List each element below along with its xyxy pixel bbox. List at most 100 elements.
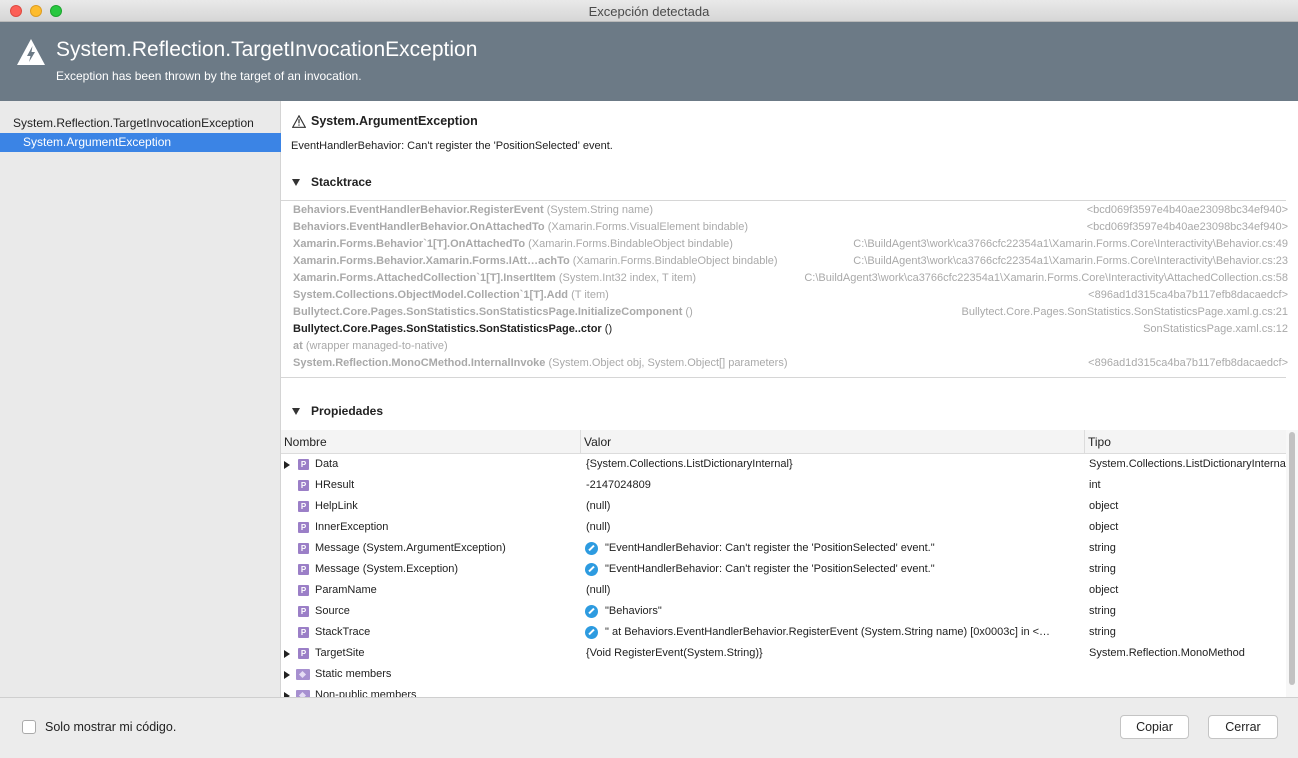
edit-pencil-icon[interactable] xyxy=(585,563,598,576)
just-my-code-checkbox[interactable] xyxy=(22,720,36,734)
stack-frame-args: (T item) xyxy=(568,289,609,301)
property-name: Data xyxy=(315,458,339,470)
stack-frame-method: System.Reflection.MonoCMethod.InternalIn… xyxy=(293,357,546,369)
property-row-stacktrace[interactable]: P StackTrace " at Behaviors.EventHandler… xyxy=(281,623,1286,644)
property-type: object xyxy=(1089,500,1119,512)
stack-frame[interactable]: System.Reflection.MonoCMethod.InternalIn… xyxy=(293,357,1288,374)
sidebar-item-target-invocation-exception[interactable]: System.Reflection.TargetInvocationExcept… xyxy=(0,114,281,133)
stack-frame[interactable]: Bullytect.Core.Pages.SonStatistics.SonSt… xyxy=(293,306,1288,323)
header-title: System.Reflection.TargetInvocationExcept… xyxy=(56,38,478,61)
dialog-footer: Solo mostrar mi código. Copiar Cerrar xyxy=(0,697,1298,758)
property-row-helplink[interactable]: P HelpLink (null) object xyxy=(281,497,1286,518)
property-value: (null) xyxy=(586,521,611,533)
stack-frame[interactable]: Behaviors.EventHandlerBehavior.OnAttache… xyxy=(293,221,1288,238)
stack-frame-method: at xyxy=(293,340,303,352)
column-header-value[interactable]: Valor xyxy=(581,430,1085,454)
stack-frame-args: (System.String name) xyxy=(543,204,654,216)
property-name: StackTrace xyxy=(315,626,371,638)
stack-frame[interactable]: Xamarin.Forms.Behavior.Xamarin.Forms.IAt… xyxy=(293,255,1288,272)
property-value: "EventHandlerBehavior: Can't register th… xyxy=(605,542,935,554)
property-value: "EventHandlerBehavior: Can't register th… xyxy=(605,563,935,575)
property-value: " at Behaviors.EventHandlerBehavior.Regi… xyxy=(605,626,1051,638)
exception-detail-pane: System.ArgumentException EventHandlerBeh… xyxy=(281,101,1298,697)
stack-frame-method: Bullytect.Core.Pages.SonStatistics.SonSt… xyxy=(293,306,683,318)
column-header-name[interactable]: Nombre xyxy=(281,430,581,454)
property-value: (null) xyxy=(586,500,611,512)
scrollbar-thumb[interactable] xyxy=(1289,432,1295,685)
property-type: System.Collections.ListDictionaryInterna… xyxy=(1089,458,1286,470)
properties-table[interactable]: Nombre Valor Tipo P Data {System.Collect… xyxy=(281,430,1286,697)
stack-frame[interactable]: Behaviors.EventHandlerBehavior.RegisterE… xyxy=(293,204,1288,221)
property-type: string xyxy=(1089,542,1116,554)
property-name: Non-public members xyxy=(315,689,417,697)
property-type: int xyxy=(1089,479,1101,491)
property-icon: P xyxy=(298,564,309,575)
copy-button[interactable]: Copiar xyxy=(1120,715,1189,739)
property-row-targetsite[interactable]: P TargetSite {Void RegisterEvent(System.… xyxy=(281,644,1286,665)
stacktrace-list[interactable]: Behaviors.EventHandlerBehavior.RegisterE… xyxy=(281,200,1288,378)
edit-pencil-icon[interactable] xyxy=(585,542,598,555)
property-row-data[interactable]: P Data {System.Collections.ListDictionar… xyxy=(281,455,1286,476)
disclosure-triangle-icon xyxy=(292,179,300,186)
property-row-static-members[interactable]: Static members xyxy=(281,665,1286,686)
warning-icon xyxy=(292,115,306,128)
stack-frame-location: Bullytect.Core.Pages.SonStatistics.SonSt… xyxy=(961,306,1289,318)
property-name: ParamName xyxy=(315,584,377,596)
stack-frame-args: (Xamarin.Forms.BindableObject bindable) xyxy=(525,238,733,250)
stack-frame-args: () xyxy=(682,306,693,318)
stack-frame-user-code[interactable]: Bullytect.Core.Pages.SonStatistics.SonSt… xyxy=(293,323,1288,340)
property-type: string xyxy=(1089,563,1116,575)
exception-tree-sidebar: System.Reflection.TargetInvocationExcept… xyxy=(0,101,281,697)
stack-frame-method: System.Collections.ObjectModel.Collectio… xyxy=(293,289,569,301)
column-header-type[interactable]: Tipo xyxy=(1085,430,1286,454)
property-icon: P xyxy=(298,606,309,617)
property-type: object xyxy=(1089,521,1119,533)
property-icon: P xyxy=(298,459,309,470)
property-row-message-exception[interactable]: P Message (System.Exception) "EventHandl… xyxy=(281,560,1286,581)
property-name: Message (System.Exception) xyxy=(315,563,459,575)
stack-frame[interactable]: System.Collections.ObjectModel.Collectio… xyxy=(293,289,1288,306)
properties-heading: Propiedades xyxy=(311,404,384,418)
expand-arrow-icon[interactable] xyxy=(284,650,290,658)
stack-frame-args: (System.Object obj, System.Object[] para… xyxy=(545,357,788,369)
just-my-code-label[interactable]: Solo mostrar mi código. xyxy=(45,720,176,734)
property-row-source[interactable]: P Source "Behaviors" string xyxy=(281,602,1286,623)
property-icon: P xyxy=(298,480,309,491)
exception-message: EventHandlerBehavior: Can't register the… xyxy=(291,140,613,152)
property-name: HelpLink xyxy=(315,500,358,512)
stack-frame[interactable]: Xamarin.Forms.AttachedCollection`1[T].In… xyxy=(293,272,1288,289)
stack-frame-method: Xamarin.Forms.AttachedCollection`1[T].In… xyxy=(293,272,556,284)
stack-frame-args: (System.Int32 index, T item) xyxy=(555,272,697,284)
property-value: -2147024809 xyxy=(586,479,651,491)
close-button[interactable]: Cerrar xyxy=(1208,715,1278,739)
expand-arrow-icon[interactable] xyxy=(284,461,290,469)
property-value: "Behaviors" xyxy=(605,605,662,617)
window-title: Excepción detectada xyxy=(588,4,710,19)
header-subtitle: Exception has been thrown by the target … xyxy=(56,69,362,83)
sidebar-item-argument-exception[interactable]: System.ArgumentException xyxy=(0,133,281,152)
stack-frame[interactable]: at (wrapper managed-to-native) xyxy=(293,340,1288,357)
stack-frame-location: <896ad1d315ca4ba7b117efb8dacaedcf> xyxy=(1088,289,1288,301)
disclosure-triangle-icon xyxy=(292,408,300,415)
properties-scrollbar[interactable] xyxy=(1286,430,1298,697)
property-row-non-public-members[interactable]: Non-public members xyxy=(281,686,1286,697)
stack-frame-location: <896ad1d315ca4ba7b117efb8dacaedcf> xyxy=(1088,357,1288,369)
stack-frame[interactable]: Xamarin.Forms.Behavior`1[T].OnAttachedTo… xyxy=(293,238,1288,255)
property-row-innerexception[interactable]: P InnerException (null) object xyxy=(281,518,1286,539)
stack-frame-location: C:\BuildAgent3\work\ca3766cfc22354a1\Xam… xyxy=(853,255,1288,267)
property-name: Message (System.ArgumentException) xyxy=(315,542,506,554)
edit-pencil-icon[interactable] xyxy=(585,605,598,618)
property-name: Source xyxy=(315,605,350,617)
property-row-paramname[interactable]: P ParamName (null) object xyxy=(281,581,1286,602)
members-folder-icon xyxy=(296,690,310,697)
stack-frame-location: SonStatisticsPage.xaml.cs:12 xyxy=(1143,323,1288,335)
title-bar: Excepción detectada xyxy=(0,0,1298,22)
stack-frame-method: Xamarin.Forms.Behavior.Xamarin.Forms.IAt… xyxy=(293,255,570,267)
stack-frame-method: Behaviors.EventHandlerBehavior.RegisterE… xyxy=(293,204,544,216)
expand-arrow-icon[interactable] xyxy=(284,671,290,679)
property-row-message-argument[interactable]: P Message (System.ArgumentException) "Ev… xyxy=(281,539,1286,560)
stack-frame-location: C:\BuildAgent3\work\ca3766cfc22354a1\Xam… xyxy=(804,272,1288,284)
stack-frame-args: (wrapper managed-to-native) xyxy=(302,340,448,352)
property-row-hresult[interactable]: P HResult -2147024809 int xyxy=(281,476,1286,497)
edit-pencil-icon[interactable] xyxy=(585,626,598,639)
